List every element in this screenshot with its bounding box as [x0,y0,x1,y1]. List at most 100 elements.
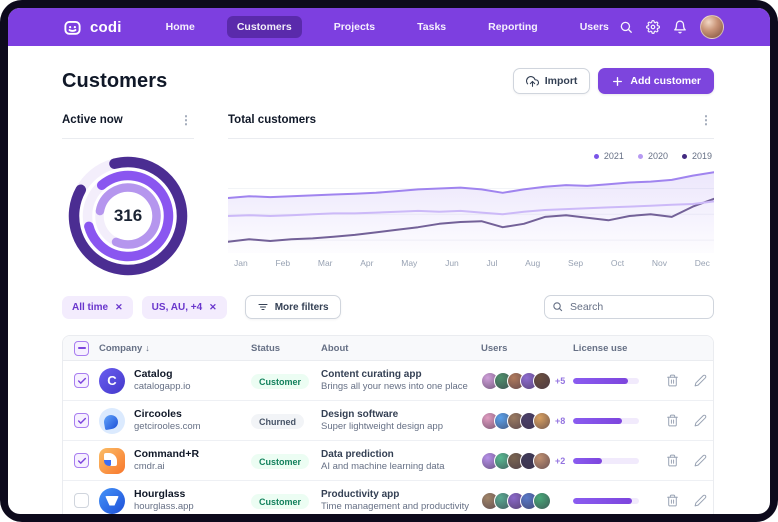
user-avatar[interactable] [700,15,724,39]
total-customers-kebab-menu-icon[interactable]: ⋮ [698,114,714,126]
trash-icon [666,414,679,427]
nav-item-customers[interactable]: Customers [227,16,302,38]
row-checkbox[interactable] [74,453,89,468]
table-row-catalog: C Catalog catalogapp.io Customer Content… [63,361,713,401]
company-name: Hourglass [134,488,194,501]
filter-chip-us-au-4[interactable]: US, AU, +4 ✕ [142,296,227,319]
add-customer-button[interactable]: Add customer [598,68,714,94]
legend-dot-icon [682,154,687,159]
nav-item-users[interactable]: Users [570,16,619,38]
notifications-bell-icon[interactable] [673,20,687,34]
active-now-kebab-menu-icon[interactable]: ⋮ [178,114,194,126]
brand-robot-icon [62,18,83,37]
company-domain: cmdr.ai [134,461,199,473]
brand[interactable]: codi [62,18,122,37]
row-checkbox[interactable] [74,493,89,508]
brand-name: codi [90,19,122,36]
search-box [544,295,714,319]
divider [62,138,194,139]
user-avatar [533,452,551,470]
company-name: Circooles [134,408,201,421]
page-title: Customers [62,70,167,93]
avatar-group: +8 [481,412,573,430]
header-checkbox[interactable] [74,341,89,356]
row-checkbox[interactable] [74,413,89,428]
pencil-icon [694,454,707,467]
divider [228,138,714,139]
column-header-license-use: License use [573,343,661,354]
add-customer-label: Add customer [630,75,701,87]
about-subtitle: AI and machine learning data [321,461,481,473]
edit-button[interactable] [689,450,711,472]
search-icon[interactable] [619,20,633,34]
about-subtitle: Super lightweight design app [321,421,481,433]
edit-button[interactable] [689,370,711,392]
legend-dot-icon [594,154,599,159]
month-label: Sep [568,258,583,268]
trash-icon [666,374,679,387]
table-header: Company↓StatusAboutUsersLicense use [63,336,713,361]
company-logo-hourglass [99,488,125,514]
month-label: Jul [487,258,498,268]
company-logo-catalog: C [99,368,125,394]
month-label: Aug [525,258,540,268]
plus-icon [611,75,624,88]
filter-lines-icon [257,301,269,313]
column-header-status: Status [251,343,321,354]
delete-button[interactable] [661,370,683,392]
donut-chart: 316 [67,155,189,277]
edit-button[interactable] [689,490,711,512]
nav-right [619,15,724,39]
nav-item-tasks[interactable]: Tasks [407,16,456,38]
trash-icon [666,454,679,467]
filter-chip-all-time[interactable]: All time ✕ [62,296,133,319]
avatar-group: +2 [481,452,573,470]
delete-button[interactable] [661,410,683,432]
nav-item-reporting[interactable]: Reporting [478,16,548,38]
circooles-blob-glyph [103,413,119,429]
avatar-group: +5 [481,372,573,390]
chip-label: All time [72,302,108,313]
customers-table: Company↓StatusAboutUsersLicense use C Ca… [62,335,714,514]
import-button[interactable]: Import [513,68,591,94]
pencil-icon [694,494,707,507]
column-header-company[interactable]: Company↓ [99,343,251,354]
more-filters-button[interactable]: More filters [245,295,341,319]
search-input[interactable] [544,295,714,319]
company-name: Catalog [134,368,191,381]
edit-button[interactable] [689,410,711,432]
company-logo-commandr [99,448,125,474]
sort-desc-icon: ↓ [145,343,150,353]
status-badge: Customer [251,374,309,389]
commandr-accent-glyph [104,460,111,466]
delete-button[interactable] [661,450,683,472]
nav-item-home[interactable]: Home [156,16,205,38]
app-window: codi Home Customers Projects Tasks Reporting… [8,8,770,514]
chip-label: US, AU, +4 [152,302,202,313]
month-label: Apr [360,258,373,268]
month-label: Nov [652,258,667,268]
about-subtitle: Time management and productivity [321,501,481,513]
status-badge: Customer [251,454,309,469]
user-avatar [533,412,551,430]
chip-close-icon[interactable]: ✕ [209,302,217,313]
table-row-command-r: Command+R cmdr.ai Customer Data predicti… [63,441,713,481]
month-label: Dec [695,258,710,268]
trash-icon [666,494,679,507]
settings-gear-icon[interactable] [646,20,660,34]
license-progress [573,418,639,424]
table-row-circooles: Circooles getcirooles.com Churned Design… [63,401,713,441]
pencil-icon [694,374,707,387]
nav-item-projects[interactable]: Projects [324,16,385,38]
avatar-overflow-count: +2 [555,456,565,466]
row-checkbox[interactable] [74,373,89,388]
status-badge: Churned [251,414,304,429]
delete-button[interactable] [661,490,683,512]
nav-items: Home Customers Projects Tasks Reporting Users [156,16,619,38]
chip-close-icon[interactable]: ✕ [115,302,123,313]
avatar-group [481,492,573,510]
active-now-value: 316 [67,155,189,277]
license-progress [573,498,639,504]
license-progress [573,378,639,384]
upload-cloud-icon [526,75,539,88]
